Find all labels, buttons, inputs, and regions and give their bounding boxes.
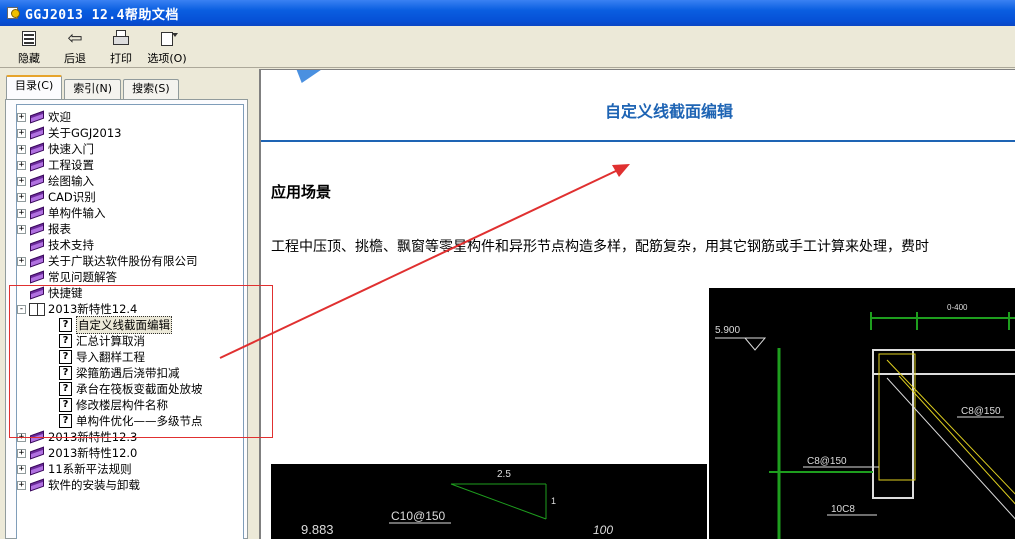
expand-icon[interactable]: +: [17, 448, 26, 458]
tree-item[interactable]: 常见问题解答: [17, 269, 117, 285]
cad1-dim-b: 1: [551, 496, 556, 506]
tree-item-label: 技术支持: [48, 238, 94, 252]
cad2-dim-top: 0-400: [947, 303, 968, 312]
hide-pane-icon: [18, 30, 40, 48]
banner-decoration: [289, 70, 323, 83]
tree-item[interactable]: + 关于GGJ2013: [17, 125, 121, 141]
tree-item-label: 绘图输入: [48, 174, 94, 188]
tree-item[interactable]: + 报表: [17, 221, 71, 237]
tree-item[interactable]: +2013新特性12.0: [17, 445, 137, 461]
cad1-elevation: 9.883: [301, 522, 334, 537]
print-button[interactable]: 打印: [98, 26, 144, 66]
cad1-dim-a: 2.5: [497, 469, 511, 480]
expand-icon[interactable]: +: [17, 480, 26, 490]
section-title: 应用场景: [271, 183, 332, 201]
tree-item[interactable]: + 软件的安装与卸载: [17, 477, 140, 493]
content-pane: 自定义线截面编辑 应用场景 工程中压顶、挑檐、飘窗等零星构件和异形节点构造多样，…: [259, 69, 1015, 539]
closed-book-icon: [29, 446, 45, 460]
options-icon: [156, 30, 178, 48]
back-arrow-icon: ⇦: [67, 28, 83, 49]
heading-divider: [261, 140, 1015, 142]
tree-item-label: 常见问题解答: [48, 270, 117, 284]
closed-book-icon: [29, 462, 45, 476]
closed-book-icon: [29, 110, 45, 124]
closed-book-icon: [29, 270, 45, 284]
closed-book-icon: [29, 126, 45, 140]
closed-book-icon: [29, 142, 45, 156]
tree-item-label: 关于GGJ2013: [48, 126, 122, 140]
tree-item-label: 欢迎: [48, 110, 71, 124]
expand-icon[interactable]: +: [17, 112, 26, 122]
expand-icon[interactable]: +: [17, 256, 26, 266]
tab-index[interactable]: 索引(N): [64, 79, 122, 99]
closed-book-icon: [29, 190, 45, 204]
hide-button-label: 隐藏: [18, 52, 40, 65]
tree-item[interactable]: + 欢迎: [17, 109, 71, 125]
tab-search[interactable]: 搜索(S): [123, 79, 179, 99]
closed-book-icon: [29, 254, 45, 268]
expand-icon[interactable]: +: [17, 224, 26, 234]
closed-book-icon: [29, 222, 45, 236]
cad2-rebar-a: C8@150: [961, 406, 1001, 417]
cad-drawing-2-svg: 5.900 0-400 C8@150 C8@150 10C8: [715, 303, 1015, 539]
tree-item[interactable]: + 关于广联达软件股份有限公司: [17, 253, 198, 269]
options-button-label: 选项(O): [147, 52, 187, 65]
closed-book-icon: [29, 238, 45, 252]
expand-icon: [17, 273, 26, 282]
tab-contents[interactable]: 目录(C): [6, 75, 63, 99]
body-paragraph: 工程中压顶、挑檐、飘窗等零星构件和异形节点构造多样，配筋复杂，用其它钢筋或手工计…: [271, 239, 929, 255]
cad-drawing-1-svg: 2.5 1 C10@150 9.883 100: [301, 469, 613, 537]
closed-book-icon: [29, 478, 45, 492]
tree-item-label: 2013新特性12.0: [48, 446, 138, 460]
tree-item-label: CAD识别: [48, 190, 96, 204]
hide-button[interactable]: 隐藏: [6, 26, 52, 66]
cad2-rebar-b: C8@150: [807, 456, 847, 467]
expand-icon[interactable]: +: [17, 464, 26, 474]
expand-icon[interactable]: +: [17, 176, 26, 186]
toolbar: 隐藏 ⇦ 后退 打印 选项(O): [0, 26, 1015, 68]
print-button-label: 打印: [110, 52, 132, 65]
tree-item-label: 软件的安装与卸载: [48, 478, 140, 492]
options-button[interactable]: 选项(O): [144, 26, 190, 66]
annotation-highlight-box: [9, 285, 273, 438]
tree-item[interactable]: + 绘图输入: [17, 173, 94, 189]
back-button-label: 后退: [64, 52, 86, 65]
cad2-elevation: 5.900: [715, 325, 740, 336]
expand-icon[interactable]: +: [17, 144, 26, 154]
tree-item[interactable]: +11系新平法规则: [17, 461, 132, 477]
tree-item-label: 11系新平法规则: [48, 462, 132, 476]
tree-item[interactable]: + CAD识别: [17, 189, 96, 205]
closed-book-icon: [29, 158, 45, 172]
expand-icon: [17, 241, 26, 250]
back-button[interactable]: ⇦ 后退: [52, 26, 98, 66]
window-title: GGJ2013 12.4帮助文档: [25, 7, 179, 23]
printer-icon: [110, 30, 132, 48]
closed-book-icon: [29, 174, 45, 188]
tree-item[interactable]: + 单构件输入: [17, 205, 106, 221]
cad1-rebar-label: C10@150: [391, 509, 446, 523]
title-bar: GGJ2013 12.4帮助文档: [0, 0, 1015, 26]
expand-icon[interactable]: +: [17, 208, 26, 218]
nav-tabs: 目录(C) 索引(N) 搜索(S): [6, 75, 181, 99]
cad1-dim-c: 100: [593, 523, 613, 537]
expand-icon[interactable]: +: [17, 192, 26, 202]
tree-item[interactable]: + 工程设置: [17, 157, 94, 173]
cad2-rebar-c: 10C8: [831, 504, 855, 515]
closed-book-icon: [29, 206, 45, 220]
tree-item-label: 快速入门: [48, 142, 94, 156]
tree-item[interactable]: + 快速入门: [17, 141, 94, 157]
tree-item-label: 工程设置: [48, 158, 94, 172]
cad-drawing-1: 2.5 1 C10@150 9.883 100: [271, 464, 707, 539]
expand-icon[interactable]: +: [17, 128, 26, 138]
cad-drawing-2: 5.900 0-400 C8@150 C8@150 10C8: [709, 288, 1015, 539]
tree-item-label: 单构件输入: [48, 206, 106, 220]
expand-icon[interactable]: +: [17, 160, 26, 170]
tree-item-label: 关于广联达软件股份有限公司: [48, 254, 198, 268]
page-title: 自定义线截面编辑: [604, 102, 733, 121]
help-app-icon: [6, 6, 20, 20]
tree-item-label: 报表: [48, 222, 71, 236]
tree-item[interactable]: 技术支持: [17, 237, 94, 253]
